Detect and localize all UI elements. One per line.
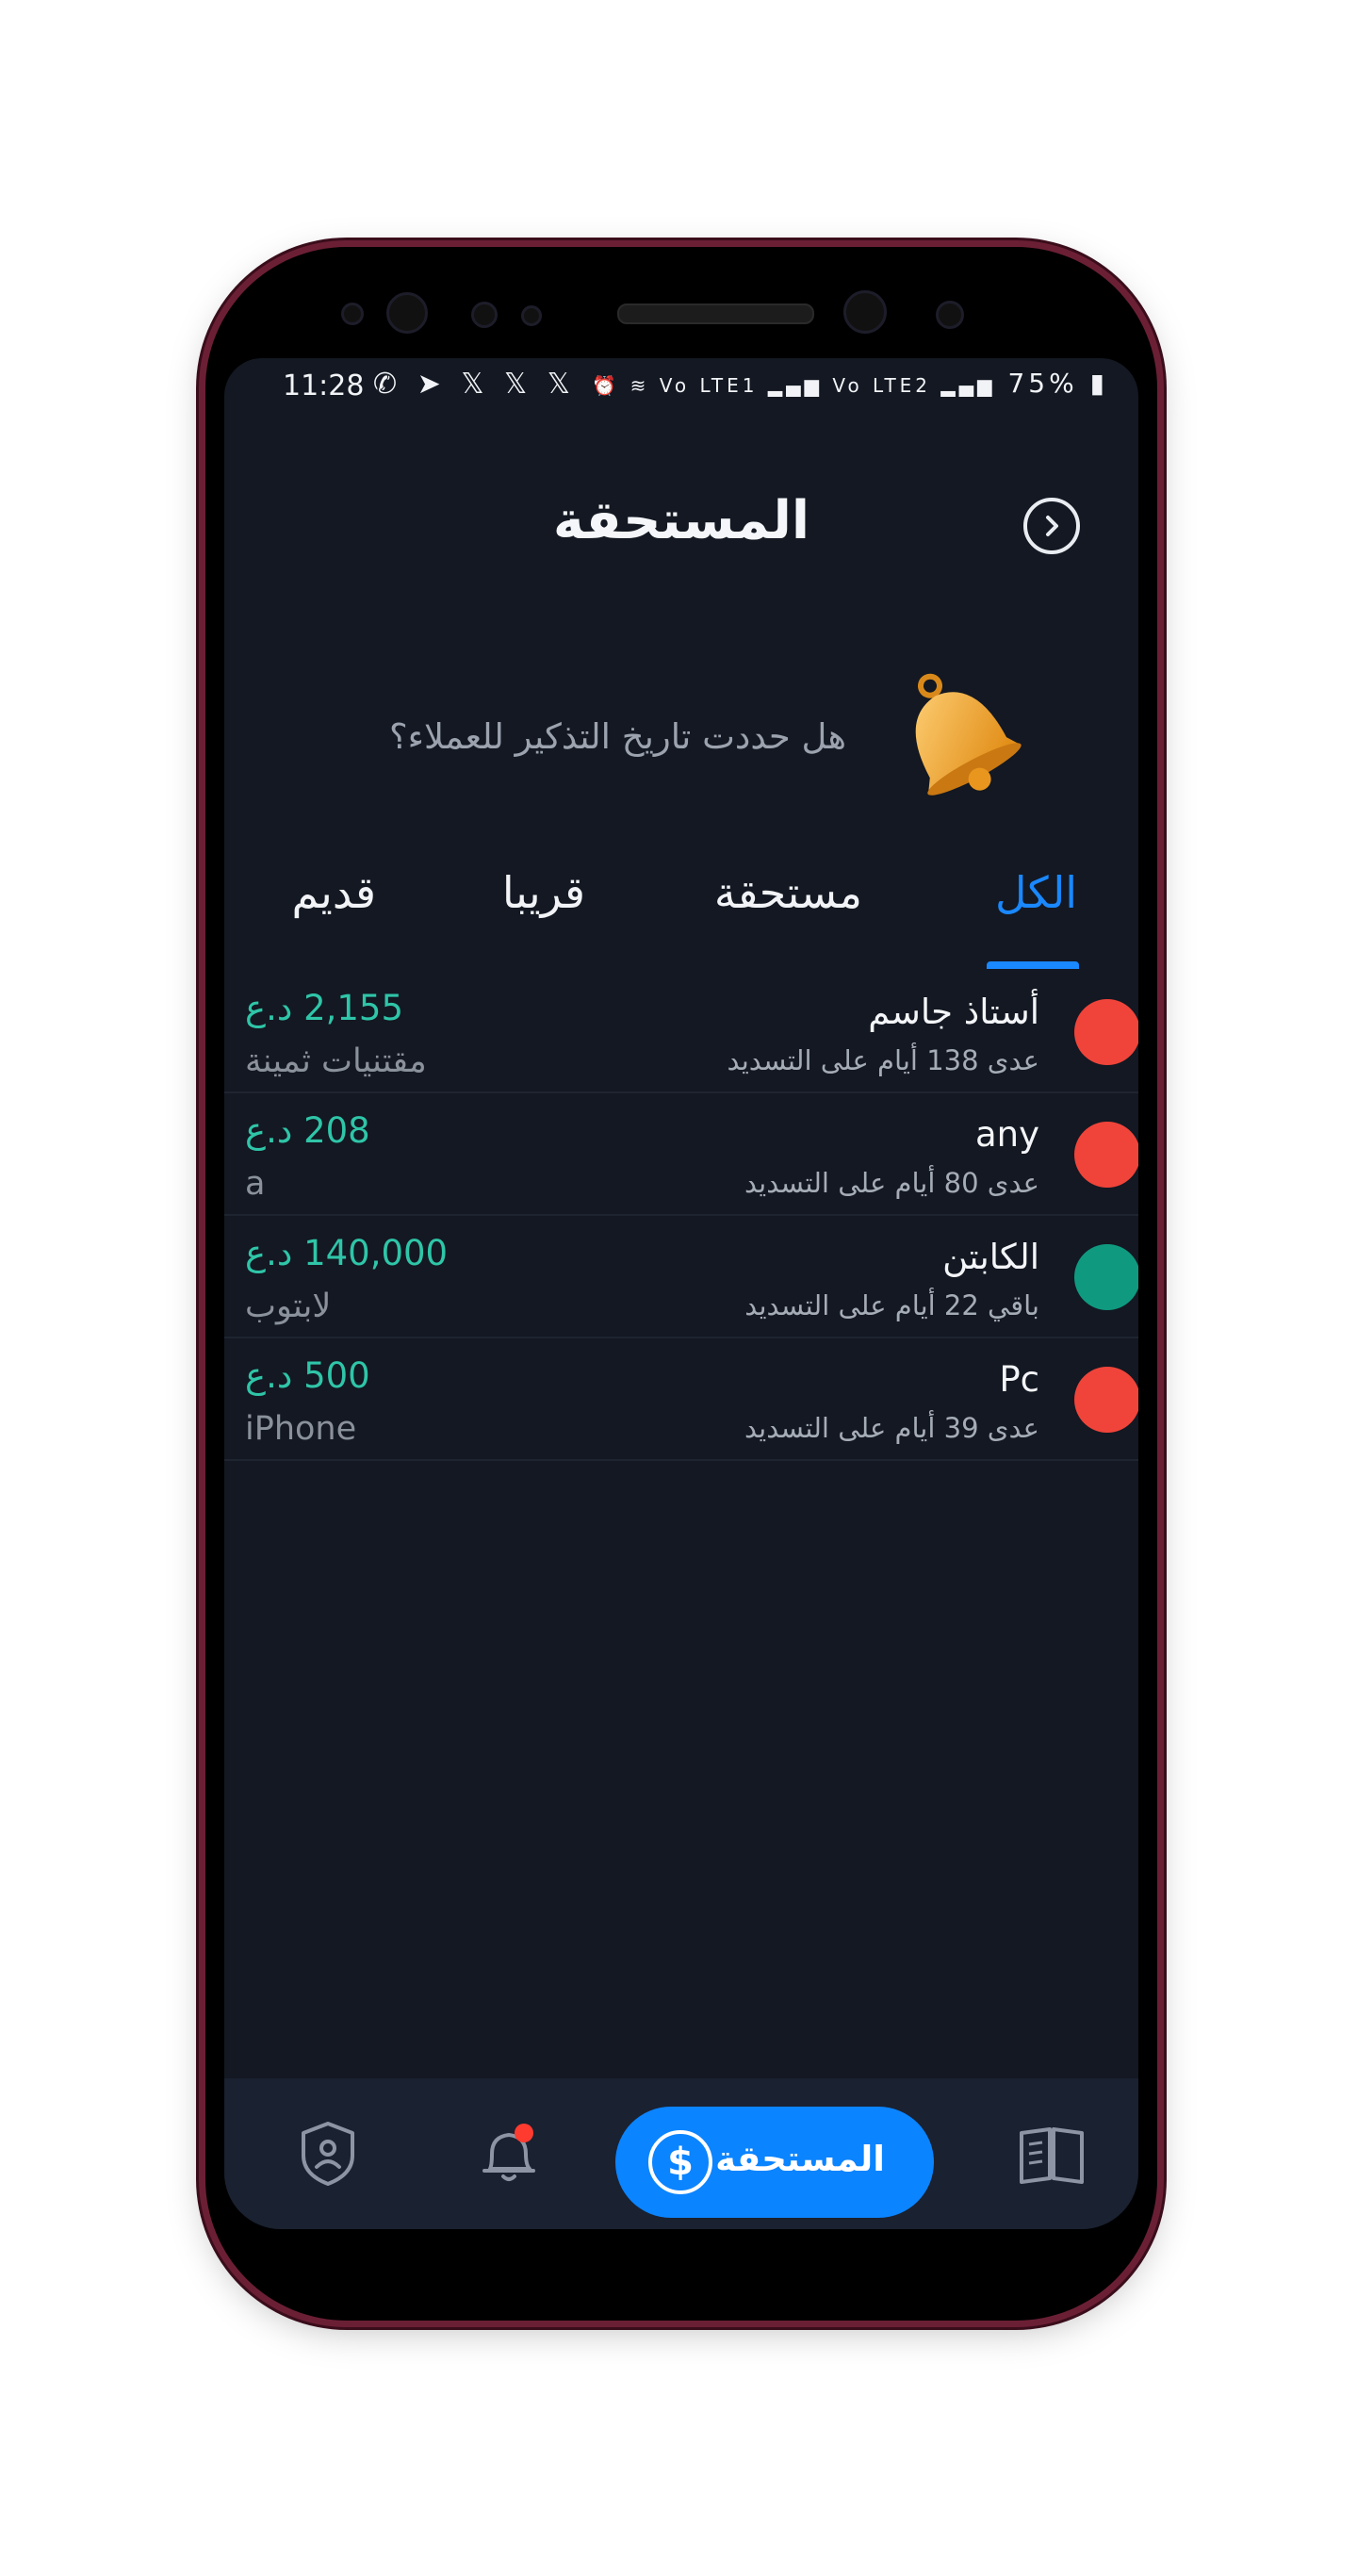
nav-guide-button[interactable] — [1014, 2116, 1089, 2191]
phone-sensor — [341, 303, 364, 325]
status-bar: 11:28 ✆ ➤ 𝕏 𝕏 𝕏 • ⏰ ≋ Vo LTE1 ▂▄▆ Vo LTE… — [224, 358, 1138, 415]
status-dot — [1074, 1122, 1138, 1188]
reminder-banner[interactable]: هل حددت تاريخ التذكير للعملاء؟ — [224, 669, 1138, 801]
nav-profile-button[interactable] — [290, 2116, 366, 2191]
list-item[interactable]: أستاذ جاسم عدى 138 أيام على التسديد 2,15… — [224, 971, 1138, 1093]
item-description: a — [245, 1165, 266, 1203]
customer-name: any — [974, 1114, 1039, 1155]
connectivity-icons: ⏰ ≋ Vo LTE1 ▂▄▆ Vo LTE2 ▂▄▆ — [593, 374, 996, 397]
filter-tabs: الكل مستحقة قريبا قديم — [224, 867, 1138, 943]
customer-name: الكابتن — [942, 1237, 1039, 1277]
tab-soon[interactable]: قريبا — [502, 867, 585, 918]
phone-sensor — [521, 305, 542, 326]
due-days: عدى 138 أيام على التسديد — [727, 1044, 1040, 1076]
dollar-circle-icon: $ — [648, 2130, 712, 2194]
item-description: iPhone — [245, 1410, 357, 1448]
tab-old[interactable]: قديم — [291, 867, 376, 918]
item-description: مقتنيات ثمينة — [245, 1042, 427, 1080]
amount: 500 د.ع — [245, 1355, 370, 1396]
notification-badge — [515, 2124, 533, 2142]
status-dot — [1074, 999, 1138, 1065]
front-camera — [843, 290, 887, 334]
tab-due[interactable]: مستحقة — [714, 867, 862, 918]
page-title: المستحقة — [552, 490, 810, 551]
due-days: باقي 22 أيام على التسديد — [744, 1289, 1039, 1321]
notification-icons: ✆ ➤ 𝕏 𝕏 𝕏 • — [373, 368, 613, 401]
tab-all[interactable]: الكل — [995, 867, 1077, 918]
back-button[interactable] — [1023, 498, 1080, 554]
phone-sensor — [936, 301, 964, 329]
amount: 208 د.ع — [245, 1110, 370, 1151]
active-tab-indicator — [987, 961, 1079, 969]
amount: 140,000 د.ع — [245, 1233, 449, 1273]
due-days: عدى 39 أيام على التسديد — [744, 1412, 1039, 1444]
customer-name: أستاذ جاسم — [868, 992, 1039, 1032]
status-dot — [1074, 1244, 1138, 1310]
status-time: 11:28 — [283, 369, 365, 402]
bottom-navigation: $ المستحقة — [224, 2078, 1138, 2229]
phone-sensor — [386, 292, 428, 334]
status-right-group: ⏰ ≋ Vo LTE1 ▂▄▆ Vo LTE2 ▂▄▆ 75% ▮ — [593, 368, 1108, 399]
phone-speaker — [617, 304, 814, 324]
nav-dues-button[interactable]: $ المستحقة — [615, 2107, 934, 2218]
battery-percent: 75% — [1007, 368, 1078, 399]
book-icon — [1020, 2127, 1084, 2184]
phone-sensor — [471, 302, 498, 328]
list-item[interactable]: any عدى 80 أيام على التسديد 208 د.ع a — [224, 1093, 1138, 1216]
bell-icon — [482, 2133, 535, 2181]
battery-icon: ▮ — [1089, 368, 1108, 399]
due-days: عدى 80 أيام على التسديد — [744, 1167, 1039, 1199]
list-item[interactable]: Pc عدى 39 أيام على التسديد 500 د.ع iPhon… — [224, 1338, 1138, 1461]
customer-name: Pc — [999, 1359, 1039, 1400]
amount: 2,155 د.ع — [245, 988, 404, 1028]
bell-emoji-icon — [915, 673, 1022, 796]
nav-dues-label: المستحقة — [715, 2139, 885, 2179]
item-description: لابتوب — [245, 1288, 332, 1325]
nav-notifications-button[interactable] — [471, 2116, 547, 2191]
chevron-right-icon — [1046, 516, 1058, 536]
reminder-text: هل حددت تاريخ التذكير للعملاء؟ — [388, 716, 846, 757]
status-dot — [1074, 1367, 1138, 1433]
profile-shield-icon — [302, 2122, 354, 2186]
list-item[interactable]: الكابتن باقي 22 أيام على التسديد 140,000… — [224, 1216, 1138, 1338]
app-screen: 11:28 ✆ ➤ 𝕏 𝕏 𝕏 • ⏰ ≋ Vo LTE1 ▂▄▆ Vo LTE… — [224, 358, 1138, 2229]
